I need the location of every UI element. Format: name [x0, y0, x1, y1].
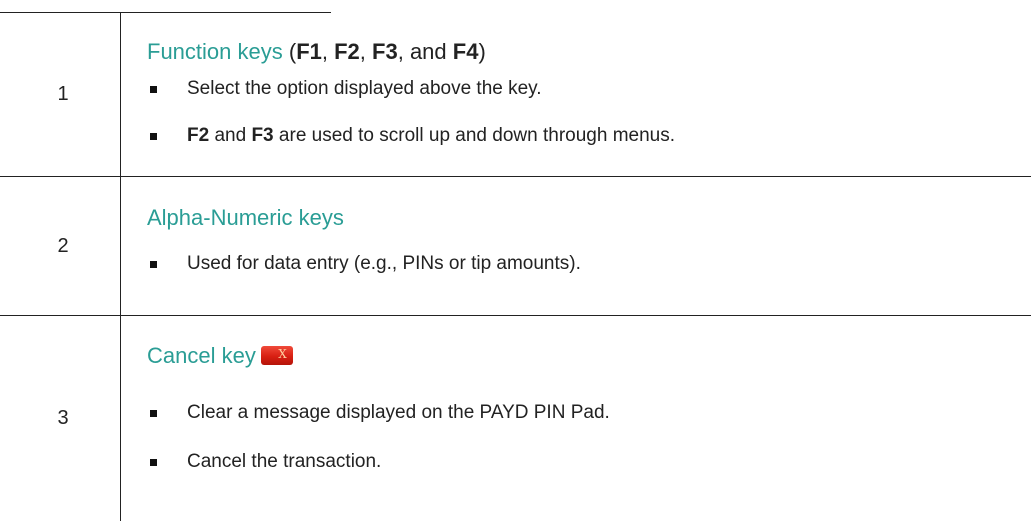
row-number: 3 — [0, 316, 121, 521]
bullet-text: Used for data entry (e.g., PINs or tip a… — [187, 253, 581, 274]
bullet-square-icon — [150, 458, 157, 466]
row-content: Cancel key Clear a message displayed on … — [121, 316, 1031, 521]
heading-sep: , — [359, 39, 373, 64]
table-row: 3 Cancel key Clear a message displayed o… — [0, 316, 1031, 521]
bullet-text: Select the option displayed above the ke… — [187, 78, 542, 99]
list-item: Used for data entry (e.g., PINs or tip a… — [147, 253, 581, 275]
table-row: 1 Function keys (F1, F2, F3, and F4) Sel… — [0, 12, 1031, 177]
heading-text: Function keys — [147, 39, 283, 64]
text-fragment: and — [209, 125, 252, 146]
bullet-square-icon — [150, 132, 157, 140]
bullet-text: Cancel the transaction. — [187, 451, 382, 472]
function-keys-heading: Function keys (F1, F2, F3, and F4) — [147, 39, 486, 65]
row-content: Alpha-Numeric keys Used for data entry (… — [121, 177, 1031, 315]
bold-key: F2 — [187, 125, 210, 146]
heading-paren: ) — [478, 39, 486, 64]
table-row: 2 Alpha-Numeric keys Used for data entry… — [0, 177, 1031, 316]
cancel-key-icon — [260, 346, 293, 365]
list-item: Cancel the transaction. — [147, 451, 381, 473]
key-f4-label: F4 — [452, 39, 479, 64]
row-number: 2 — [0, 177, 121, 315]
alpha-numeric-heading: Alpha-Numeric keys — [147, 205, 344, 230]
row-content: Function keys (F1, F2, F3, and F4) Selec… — [121, 12, 1031, 176]
list-item: Clear a message displayed on the PAYD PI… — [147, 402, 610, 424]
key-f3-label: F3 — [372, 39, 398, 64]
bullet-square-icon — [150, 260, 157, 268]
heading-sep: , — [321, 39, 335, 64]
heading-text: Cancel key — [147, 343, 256, 368]
row-number: 1 — [0, 12, 121, 176]
text-fragment: are used to scroll up and down through m… — [273, 125, 675, 146]
bullet-square-icon — [150, 409, 157, 417]
keys-table: 1 Function keys (F1, F2, F3, and F4) Sel… — [0, 12, 1031, 521]
key-f2-label: F2 — [334, 39, 360, 64]
bullet-text: Clear a message displayed on the PAYD PI… — [187, 402, 610, 423]
bullet-square-icon — [150, 85, 157, 93]
list-item: F2 and F3 are used to scroll up and down… — [147, 125, 675, 147]
heading-paren: ( — [282, 39, 297, 64]
cancel-key-heading: Cancel key — [147, 343, 293, 369]
bold-key: F3 — [251, 125, 274, 146]
key-f1-label: F1 — [296, 39, 322, 64]
heading-sep: , and — [397, 39, 453, 64]
list-item: Select the option displayed above the ke… — [147, 78, 542, 100]
bullet-text: F2 and F3 are used to scroll up and down… — [187, 125, 675, 147]
